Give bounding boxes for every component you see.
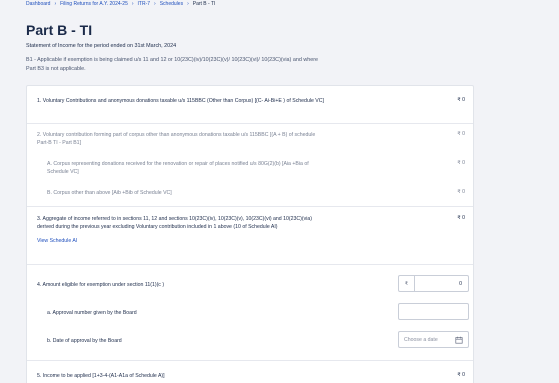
row-3: 3. Aggregate of income referred to in se… xyxy=(37,215,465,244)
row-2a-amount: ₹ 0 xyxy=(457,160,465,166)
breadcrumb: Dashboard › Filing Returns for A.Y. 2024… xyxy=(26,0,215,8)
view-schedule-ai-link[interactable]: View Schedule AI xyxy=(37,238,465,244)
breadcrumb-separator: › xyxy=(187,1,189,7)
row-2b-amount: ₹ 0 xyxy=(457,189,465,195)
divider xyxy=(27,206,473,207)
row-2a: A. Corpus representing donations receive… xyxy=(47,160,465,177)
page-subtitle: Statement of Income for the period ended… xyxy=(26,43,177,49)
divider xyxy=(27,123,473,124)
approval-number-input[interactable] xyxy=(398,303,469,320)
calendar-icon[interactable] xyxy=(455,336,463,344)
row-2b-label: B. Corpus other than above [Aib +Bib of … xyxy=(47,190,172,196)
breadcrumb-current: Part B - TI xyxy=(192,1,216,7)
row-5: 5. Income to be applied [1+3-4-(A1-A1a o… xyxy=(37,372,465,380)
exemption-amount-input[interactable]: ₹ 0 xyxy=(398,275,469,292)
exemption-amount-value: 0 xyxy=(459,280,462,287)
approval-date-placeholder: Choose a date xyxy=(404,336,438,343)
page-title: Part B - TI xyxy=(26,22,93,38)
row-1-label: 1. Voluntary Contributions and anonymous… xyxy=(37,98,324,104)
row-3-label: 3. Aggregate of income referred to in se… xyxy=(37,216,312,231)
divider xyxy=(27,360,473,361)
applicability-note: B1 - Applicable if exemption is being cl… xyxy=(26,57,319,72)
divider xyxy=(27,264,473,265)
row-2a-label: A. Corpus representing donations receive… xyxy=(47,161,309,176)
part-b-ti-card: 1. Voluntary Contributions and anonymous… xyxy=(26,85,474,383)
rupee-prefix: ₹ xyxy=(399,276,415,291)
breadcrumb-separator: › xyxy=(154,1,156,7)
breadcrumb-schedules[interactable]: Schedules xyxy=(160,1,183,7)
approval-date-picker[interactable]: Choose a date xyxy=(398,331,469,348)
row-1-amount: ₹ 0 xyxy=(457,97,465,103)
breadcrumb-itr7[interactable]: ITR-7 xyxy=(138,1,151,7)
breadcrumb-separator: › xyxy=(131,1,134,7)
row-1: 1. Voluntary Contributions and anonymous… xyxy=(37,97,465,105)
row-5-amount: ₹ 0 xyxy=(457,372,465,378)
row-2b: B. Corpus other than above [Aib +Bib of … xyxy=(47,189,465,197)
breadcrumb-filing-returns[interactable]: Filing Returns for A.Y. 2024-25 xyxy=(60,1,128,7)
row-5-label: 5. Income to be applied [1+3-4-(A1-A1a o… xyxy=(37,373,165,379)
row-3-amount: ₹ 0 xyxy=(457,215,465,221)
row-2-amount: ₹ 0 xyxy=(457,131,465,137)
breadcrumb-separator: › xyxy=(54,1,57,7)
breadcrumb-dashboard[interactable]: Dashboard xyxy=(26,1,50,7)
row-2-label: 2. Voluntary contribution forming part o… xyxy=(37,132,316,147)
row-2: 2. Voluntary contribution forming part o… xyxy=(37,131,465,148)
